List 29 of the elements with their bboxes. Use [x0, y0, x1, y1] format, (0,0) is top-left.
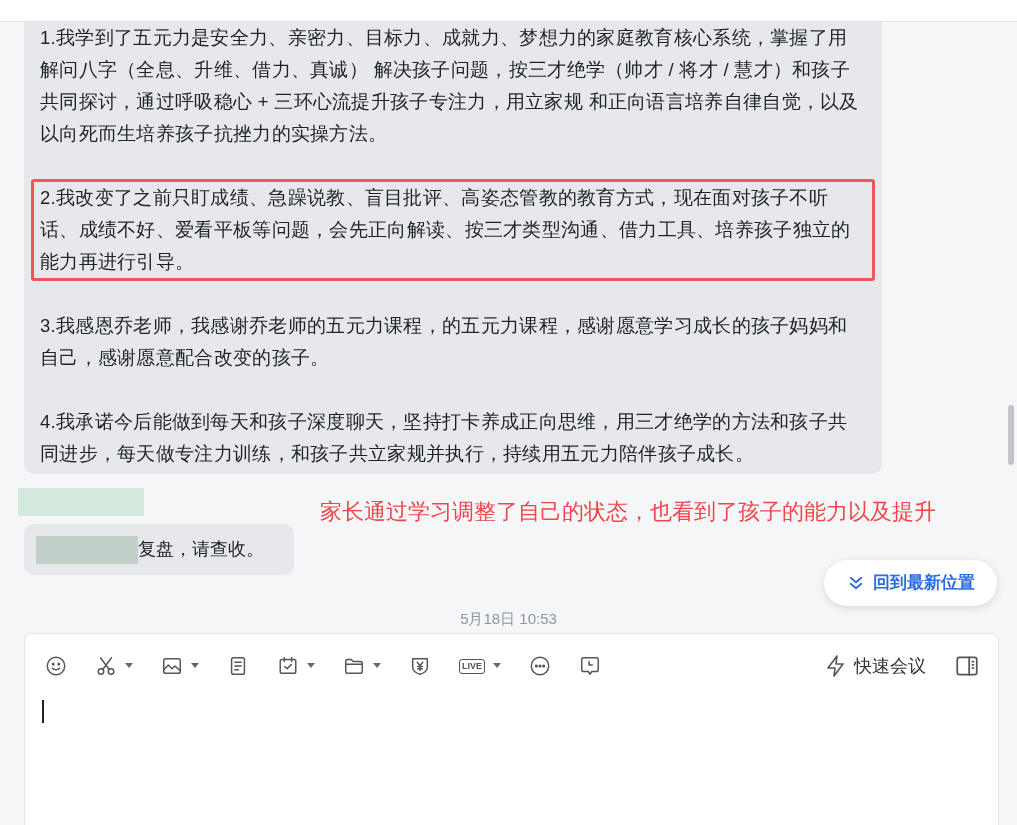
- toolbar-dropdown-button[interactable]: [161, 655, 199, 677]
- scrollbar-thumb[interactable]: [1008, 405, 1014, 465]
- timestamp: 5月18日 10:53: [460, 609, 557, 629]
- toolbar-dropdown-button[interactable]: LIVE: [459, 658, 501, 674]
- message-paragraph: 4.我承诺今后能做到每天和孩子深度聊天，坚持打卡养成正向思维，用三才绝学的方法和孩子共同进步，每天做专注力训练，和孩子共立家规并执行，持续用五元力陪伴孩子成长。: [39, 410, 849, 466]
- toolbar-dropdown-button[interactable]: [277, 655, 315, 677]
- annotation-text: 家长通过学习调整了自己的状态，也看到了孩子的能力以及提升: [320, 498, 937, 526]
- calendar-check-icon[interactable]: [277, 655, 299, 677]
- caret-icon[interactable]: [493, 663, 501, 669]
- reply-text: 复盘，请查收。: [138, 538, 264, 561]
- jump-to-latest-button[interactable]: 回到最新位置: [824, 560, 997, 606]
- image-icon[interactable]: [161, 655, 183, 677]
- clock-message-icon[interactable]: [579, 655, 601, 677]
- text-cursor: [42, 700, 44, 723]
- message-paragraph: 3.我感恩乔老师，我感谢乔老师的五元力课程，的五元力课程，感谢愿意学习成长的孩子妈妈和自己，感谢愿意配合改变的孩子。: [39, 314, 849, 370]
- yen-shield-icon[interactable]: [409, 655, 431, 677]
- quick-meeting-button[interactable]: 快速会议: [824, 652, 926, 680]
- caret-icon[interactable]: [125, 663, 133, 669]
- emoji-icon[interactable]: [45, 655, 67, 677]
- live-icon[interactable]: LIVE: [459, 658, 485, 674]
- caret-icon[interactable]: [307, 663, 315, 669]
- caret-icon[interactable]: [191, 663, 199, 669]
- message-paragraph: 1.我学到了五元力是安全力、亲密力、目标力、成就力、梦想力的家庭教育核心系统，掌握了用解问八字（全息、升维、借力、真诚） 解决孩子问题，按三才绝学（帅才 / 将才 / 慧才）和孩子共同探讨，通过呼吸稳心 + 三环心流提升孩子专注力，用立家规 和正向语言培养自律自觉，以及以向死而生培养孩子抗挫力的实操方法。: [39, 26, 860, 146]
- more-icon[interactable]: [529, 655, 551, 677]
- caret-icon[interactable]: [373, 663, 381, 669]
- scissors-icon[interactable]: [95, 655, 117, 677]
- side-panel-icon[interactable]: [954, 653, 980, 679]
- message-paragraph: 2.我改变了之前只盯成绩、急躁说教、盲目批评、高姿态管教的教育方式，现在面对孩子不听话、成绩不好、爱看平板等问题，会先正向解读、按三才类型沟通、借力工具、培养孩子独立的能力再进行引导。: [31, 179, 875, 281]
- toolbar-dropdown-button[interactable]: [95, 655, 133, 677]
